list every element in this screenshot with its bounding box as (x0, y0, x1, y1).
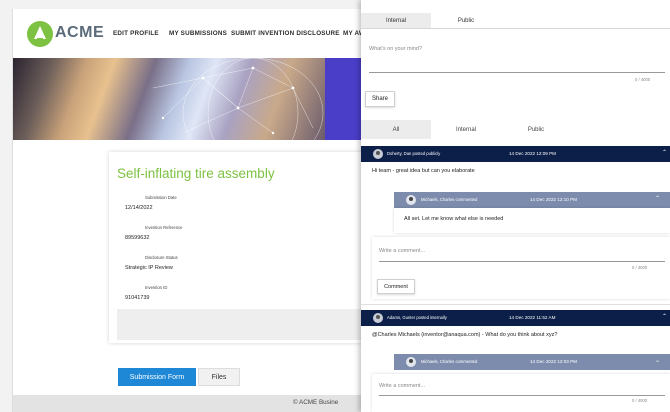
acme-logo[interactable]: ACME (27, 21, 107, 47)
comment-composer: Write a comment... 0 / 4000 (372, 374, 670, 412)
field-label-invention-id: Invention ID (145, 285, 168, 290)
thread-date: 14 Dec 2022 11:52 AM (509, 315, 556, 320)
tab-submission-form[interactable]: Submission Form (118, 368, 196, 386)
network-globe-graphic (152, 58, 324, 140)
tab-files[interactable]: Files (198, 368, 240, 386)
acme-logo-icon (27, 21, 53, 47)
post-input-underline (369, 72, 665, 73)
thread-header[interactable]: Doherty, Dan posted publicly 14 Dec 2022… (361, 146, 670, 162)
logo-text: ACME (55, 24, 105, 41)
avatar (373, 313, 383, 323)
field-label-invention-reference: Invention Reference (145, 225, 183, 230)
comment-input[interactable]: Write a comment... (379, 248, 425, 254)
field-value-disclosure-status: Strategic IP Review (125, 265, 173, 271)
reply-card: All set. Let me know what else is needed (394, 208, 670, 233)
field-value-invention-reference: 89599632 (125, 235, 150, 241)
thread-header[interactable]: Adams, Gunter posted internally 14 Dec 2… (361, 310, 670, 326)
thread-author: Doherty, Dan posted publicly (387, 151, 441, 156)
comment-button[interactable]: Comment (377, 279, 415, 294)
tab-internal[interactable]: Internal (361, 13, 431, 28)
hero-banner (13, 58, 412, 140)
chevron-up-icon[interactable]: ⌃ (662, 149, 667, 156)
comment-char-count: 0 / 4000 (632, 265, 648, 270)
reply-date: 14 Dec 2022 12:03 PM (530, 359, 577, 364)
avatar (406, 357, 416, 367)
comment-input[interactable]: Write a comment... (379, 383, 425, 389)
thread-divider (361, 304, 670, 305)
reply-author: Michaels, Charles commented (421, 197, 478, 202)
footer-copyright: © ACME Busine (293, 399, 339, 406)
thread-body: @Charles Michaels (inventor@anaqua.com) … (372, 332, 558, 338)
thread-filter-tabs: All Internal Public (361, 120, 670, 139)
filter-internal[interactable]: Internal (431, 120, 501, 139)
comment-input-underline (379, 261, 665, 262)
tab-public[interactable]: Public (431, 13, 501, 28)
chevron-up-icon[interactable]: ⌃ (662, 313, 667, 320)
comment-char-count: 0 / 4000 (632, 398, 648, 403)
comments-panel: Internal Public What's on your mind? 0 /… (361, 0, 670, 412)
app-footer: © ACME Busine (13, 395, 412, 412)
acme-app-window: ACME EDIT PROFILE MY SUBMISSIONS SUBMIT … (12, 9, 412, 412)
comment-composer: Write a comment... 0 / 4000 Comment (372, 237, 670, 299)
thread-body: Hi team - great idea but can you elabora… (372, 168, 475, 174)
post-char-count: 0 / 4000 (635, 77, 651, 82)
filter-all[interactable]: All (361, 120, 431, 139)
reply-author: Michaels, Charles commented (421, 359, 478, 364)
thread-author: Adams, Gunter posted internally (387, 315, 447, 320)
nav-my-submissions[interactable]: MY SUBMISSIONS (169, 30, 227, 37)
filter-public[interactable]: Public (501, 120, 571, 139)
reply-header[interactable]: Michaels, Charles commented 14 Dec 2022 … (394, 354, 670, 370)
chevron-down-icon[interactable]: ⌄ (655, 357, 660, 364)
field-value-invention-id: 91041739 (125, 295, 150, 301)
nav-edit-profile[interactable]: EDIT PROFILE (113, 30, 159, 37)
post-input[interactable]: What's on your mind? (369, 46, 422, 52)
field-value-submission-date: 12/14/2022 (125, 205, 153, 211)
nav-submit-invention-disclosure[interactable]: SUBMIT INVENTION DISCLOSURE (231, 30, 340, 37)
reply-header[interactable]: Michaels, Charles commented 14 Dec 2022 … (394, 192, 670, 208)
reply-body: All set. Let me know what else is needed (404, 216, 504, 222)
field-label-disclosure-status: Disclosure Status (145, 255, 178, 260)
tabs-divider (361, 28, 670, 29)
top-navigation: ACME EDIT PROFILE MY SUBMISSIONS SUBMIT … (13, 9, 412, 58)
comment-input-underline (379, 395, 665, 396)
share-button[interactable]: Share (365, 91, 395, 107)
screen: ACME EDIT PROFILE MY SUBMISSIONS SUBMIT … (0, 0, 670, 412)
field-label-submission-date: Submission Date (145, 195, 177, 200)
composer-visibility-tabs: Internal Public (361, 13, 670, 28)
thread-date: 14 Dec 2022 12:09 PM (509, 151, 556, 156)
chevron-up-icon[interactable]: ⌃ (655, 195, 660, 202)
avatar (406, 195, 416, 205)
submission-title: Self-inflating tire assembly (117, 166, 275, 181)
avatar (373, 149, 383, 159)
reply-date: 14 Dec 2022 12:10 PM (530, 197, 577, 202)
